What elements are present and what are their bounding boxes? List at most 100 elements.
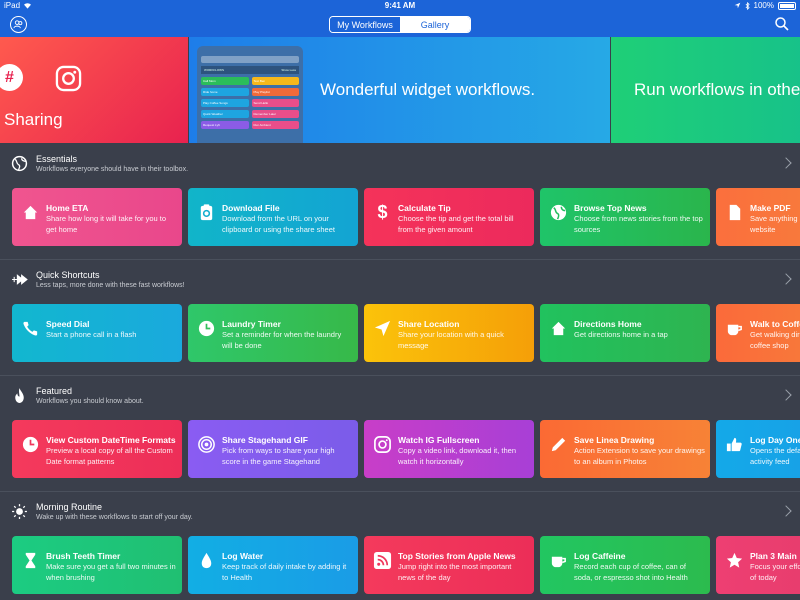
card-title: Browse Top News — [574, 203, 647, 213]
chevron-right-icon[interactable] — [780, 389, 792, 401]
widget-preview-item: Remember Later — [251, 110, 299, 118]
bluetooth-icon — [745, 1, 750, 10]
card-description: Preview a local copy of all the Custom D… — [46, 446, 173, 466]
workflow-card-share-stagehand-gif[interactable]: Share Stagehand GIF Pick from ways to sh… — [188, 420, 358, 478]
widget-preview-header: WORKFLOWS Show Less — [201, 66, 299, 74]
workflow-card-brush-teeth-timer[interactable]: Brush Teeth Timer Make sure you get a fu… — [12, 536, 182, 594]
widget-preview-item: Play Coffee Songs — [201, 99, 249, 107]
card-title: View Custom DateTime Formats — [46, 435, 176, 445]
tab-gallery[interactable]: Gallery — [400, 17, 470, 32]
banner-title: Run workflows in othe — [634, 80, 800, 99]
workflow-card-view-custom-datetime-formats[interactable]: View Custom DateTime Formats Preview a l… — [12, 420, 182, 478]
card-description: Opens the default journal in Day One's a… — [750, 446, 800, 466]
fast-forward-icon — [12, 274, 28, 285]
section-essentials: Essentials Workflows everyone should hav… — [0, 143, 800, 259]
location-icon — [374, 320, 391, 337]
widget-preview-item: Text Ben — [251, 77, 299, 85]
chevron-right-icon[interactable] — [780, 157, 792, 169]
workflow-card-make-pdf[interactable]: Make PDF Save anything as a PDF from a w… — [716, 188, 800, 246]
workflow-card-directions-home[interactable]: Directions Home Get directions home in a… — [540, 304, 710, 362]
workflow-card-share-location[interactable]: Share Location Share your location with … — [364, 304, 534, 362]
widget-preview-item: Run Ambient — [251, 121, 299, 129]
status-right: 100% — [734, 1, 796, 10]
instagram-icon — [374, 436, 391, 453]
section-title: Essentials — [36, 154, 78, 164]
workflow-card-speed-dial[interactable]: Speed Dial Start a phone call in a flash — [12, 304, 182, 362]
card-description: Choose the tip and get the total bill fr… — [398, 214, 514, 234]
banner-widget[interactable]: WORKFLOWS Show Less Call Mom Text Ben Ri… — [189, 37, 610, 143]
battery-percent: 100% — [753, 1, 774, 10]
workflow-card-walk-to-coffee[interactable]: Walk to Coffee Get walking directions to… — [716, 304, 800, 362]
widget-preview-header-left: WORKFLOWS — [204, 68, 224, 72]
hashtag-icon: # — [0, 64, 23, 91]
target-icon — [198, 436, 215, 453]
card-title: Log Water — [222, 551, 264, 561]
people-icon — [13, 20, 23, 29]
card-title: Calculate Tip — [398, 203, 451, 213]
card-description: Share how long it will take for you to g… — [46, 214, 167, 234]
workflow-card-log-water[interactable]: Log Water Keep track of daily intake by … — [188, 536, 358, 594]
sun-icon — [12, 504, 27, 519]
location-arrow-icon — [734, 2, 740, 9]
workflow-card-laundry-timer[interactable]: Laundry Timer Set a reminder for when th… — [188, 304, 358, 362]
workflow-card-home-eta[interactable]: Home ETA Share how long it will take for… — [12, 188, 182, 246]
widget-preview-item: Quick Weather — [201, 110, 249, 118]
chevron-right-icon[interactable] — [780, 273, 792, 285]
card-title: Log Day One — [750, 435, 800, 445]
card-title: Log Caffeine — [574, 551, 626, 561]
card-description: Focus your efforts with the three most o… — [750, 562, 800, 582]
coffee-icon — [727, 324, 742, 336]
section-divider — [0, 375, 800, 376]
card-description: Copy a video link, download it, then wat… — [398, 446, 516, 466]
widget-preview-image: WORKFLOWS Show Less Call Mom Text Ben Ri… — [197, 46, 303, 143]
banner-run-workflows[interactable]: Run workflows in othe — [611, 37, 800, 143]
workflow-card-browse-top-news[interactable]: Browse Top News Choose from news stories… — [540, 188, 710, 246]
workflow-card-log-day-one[interactable]: Log Day One Opens the default journal in… — [716, 420, 800, 478]
flame-icon — [15, 388, 24, 403]
workflow-card-log-caffeine[interactable]: Log Caffeine Record each cup of coffee, … — [540, 536, 710, 594]
hourglass-icon — [25, 552, 36, 569]
workflow-card-watch-ig-fullscreen[interactable]: Watch IG Fullscreen Copy a video link, d… — [364, 420, 534, 478]
section-title: Morning Routine — [36, 502, 103, 512]
instagram-icon — [55, 65, 82, 92]
featured-banners: # Sharing WORKFLOWS Show Less Call Mom T… — [0, 37, 800, 143]
star-icon — [726, 552, 743, 568]
tab-my-workflows[interactable]: My Workflows — [330, 17, 400, 32]
chevron-right-icon[interactable] — [780, 505, 792, 517]
section-divider — [0, 259, 800, 260]
banner-sharing[interactable]: # Sharing — [0, 37, 188, 143]
section-title: Featured — [36, 386, 73, 396]
card-description: Pick from ways to share your high score … — [222, 446, 335, 466]
widget-preview-search — [201, 56, 299, 63]
section-featured: Featured Workflows you should know about… — [0, 375, 800, 491]
battery-icon — [778, 1, 796, 10]
status-bar: iPad 9:41 AM 100% — [0, 0, 800, 12]
globe-icon — [11, 155, 28, 172]
card-title: Brush Teeth Timer — [46, 551, 121, 561]
clock-icon — [198, 320, 215, 337]
card-description: Make sure you get a full two minutes in … — [46, 562, 176, 582]
search-icon[interactable] — [774, 16, 790, 32]
section-quick-shortcuts: Quick Shortcuts Less taps, more done wit… — [0, 259, 800, 375]
card-title: Home ETA — [46, 203, 89, 213]
widget-preview-item: Call Mom — [201, 77, 249, 85]
workflow-card-plan-3-main[interactable]: Plan 3 Main Focus your efforts with the … — [716, 536, 800, 594]
segmented-control: My Workflows Gallery — [329, 16, 471, 33]
workflow-card-calculate-tip[interactable]: $ Calculate Tip Choose the tip and get t… — [364, 188, 534, 246]
card-description: Save anything as a PDF from a website — [750, 214, 800, 234]
globe-icon — [550, 204, 567, 221]
section-subtitle: Workflows everyone should have in their … — [36, 166, 189, 173]
card-title: Make PDF — [750, 203, 791, 213]
widget-preview-item: Request Lyft — [201, 121, 249, 129]
card-title: Top Stories from Apple News — [398, 551, 516, 561]
dollar-icon: $ — [377, 202, 388, 222]
widget-preview-item: Ride home — [201, 88, 249, 96]
card-title: Walk to Coffee — [750, 319, 800, 329]
card-description: Jump right into the most important news … — [398, 562, 512, 582]
workflow-card-save-linea-drawing[interactable]: Save Linea Drawing Action Extension to s… — [540, 420, 710, 478]
workflow-card-download-file[interactable]: Download File Download from the URL on y… — [188, 188, 358, 246]
workflow-card-top-stories-apple-news[interactable]: Top Stories from Apple News Jump right i… — [364, 536, 534, 594]
widget-preview-grid: Call Mom Text Ben Ride home Play Playlis… — [201, 77, 299, 129]
card-description: Action Extension to save your drawings t… — [574, 446, 705, 466]
profile-button[interactable] — [10, 16, 27, 33]
